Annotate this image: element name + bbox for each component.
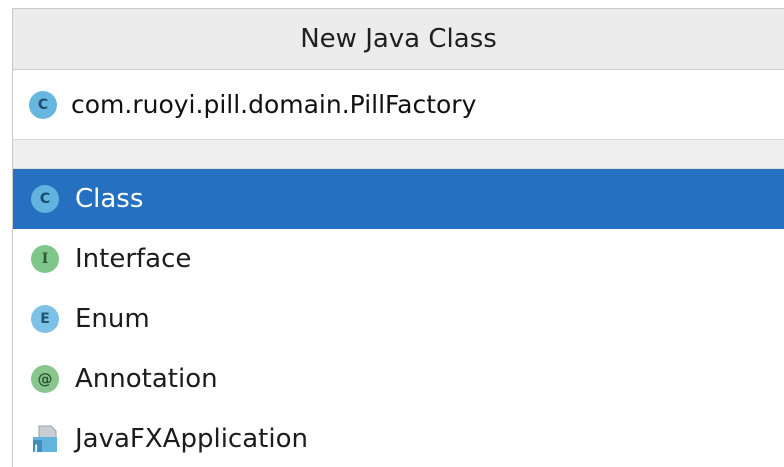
dialog-title-text: New Java Class [300, 24, 497, 54]
javafx-file-icon: J [31, 424, 59, 454]
kind-item-label: Annotation [75, 364, 218, 394]
kind-item-label: Interface [75, 244, 192, 274]
interface-icon-letter: I [41, 251, 49, 267]
javafx-file-icon-letter: J [34, 444, 38, 454]
interface-icon: I [31, 245, 59, 273]
javafx-file-icon-graphic: J [33, 425, 57, 454]
enum-icon: E [31, 305, 59, 333]
class-icon: C [29, 90, 57, 119]
separator [13, 140, 784, 169]
dialog-title: New Java Class [13, 9, 784, 70]
kind-item-class[interactable]: C Class [13, 169, 784, 229]
kind-item-annotation[interactable]: @ Annotation [13, 349, 784, 409]
kind-item-label: Class [75, 184, 144, 214]
kind-item-label: JavaFXApplication [75, 424, 308, 454]
class-name-input[interactable] [71, 84, 711, 125]
kind-item-interface[interactable]: I Interface [13, 229, 784, 289]
kind-list: C Class I Interface E Enum @ Annotation [13, 169, 784, 467]
new-java-class-dialog: New Java Class C C Class I Interface E E… [12, 8, 784, 467]
annotation-icon-letter: @ [37, 370, 53, 388]
class-icon-letter: C [37, 96, 49, 113]
kind-item-label: Enum [75, 304, 150, 334]
kind-item-javafx-application[interactable]: J JavaFXApplication [13, 409, 784, 467]
enum-icon-letter: E [40, 311, 50, 327]
class-name-row: C [13, 70, 784, 140]
class-icon: C [31, 185, 59, 213]
kind-item-enum[interactable]: E Enum [13, 289, 784, 349]
annotation-icon: @ [31, 365, 59, 393]
class-icon-letter: C [39, 191, 51, 207]
